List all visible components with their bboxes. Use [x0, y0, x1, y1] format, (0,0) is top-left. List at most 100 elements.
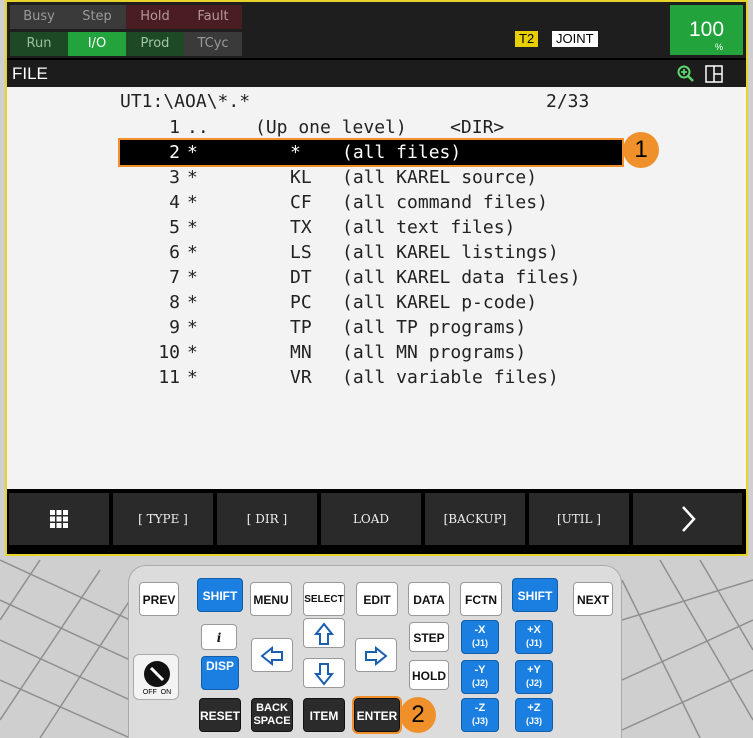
mode-badge: T2: [515, 31, 539, 47]
plus-z-label: +Z: [527, 702, 541, 714]
row-filename: *: [187, 267, 198, 288]
override-value: 100: [688, 18, 725, 41]
status-io: I/O: [68, 32, 126, 56]
menu-grid-button[interactable]: [9, 493, 109, 545]
j3-label: (J3): [525, 716, 542, 726]
next-page-button[interactable]: [633, 493, 742, 545]
title-bar: FILE: [7, 60, 746, 87]
status-step: Step: [68, 5, 126, 29]
row-description: (all variable files): [342, 367, 559, 388]
edit-key[interactable]: EDIT: [356, 582, 398, 616]
row-number: 9: [169, 317, 180, 338]
key-switch-icon: [144, 661, 170, 687]
row-filename: ..: [187, 117, 209, 138]
row-filename: *: [187, 192, 198, 213]
row-extension: KL: [290, 167, 312, 188]
prev-key[interactable]: PREV: [139, 582, 179, 616]
file-row[interactable]: 2 * * (all files): [118, 138, 624, 167]
zoom-in-icon[interactable]: [677, 65, 695, 83]
step-key[interactable]: STEP: [409, 622, 449, 652]
row-description: (all KAREL source): [342, 167, 538, 188]
f2-dir-button[interactable]: [ DIR ]: [217, 493, 317, 545]
row-description: (all KAREL data files): [342, 267, 581, 288]
row-filename: *: [187, 242, 198, 263]
row-filename: *: [187, 342, 198, 363]
row-number: 6: [169, 242, 180, 263]
backspace-key[interactable]: BACK SPACE: [251, 698, 293, 732]
info-key[interactable]: i: [201, 624, 237, 650]
row-extension: PC: [290, 292, 312, 313]
minus-x-j1-key[interactable]: -X (J1): [461, 620, 499, 654]
minus-z-j3-key[interactable]: -Z (J3): [461, 698, 499, 732]
j3-label: (J3): [471, 716, 488, 726]
file-row[interactable]: 7 * DT (all KAREL data files): [120, 265, 620, 290]
off-on-label: OFF ON: [142, 689, 172, 696]
plus-x-j1-key[interactable]: +X (J1): [515, 620, 553, 654]
data-key[interactable]: DATA: [408, 582, 450, 616]
file-row[interactable]: 6 * LS (all KAREL listings): [120, 240, 620, 265]
row-description: (all text files): [342, 217, 516, 238]
status-busy: Busy: [10, 5, 68, 29]
coord-badge: JOINT: [552, 31, 598, 47]
mode-key-switch[interactable]: OFF ON: [133, 654, 179, 700]
shift-key-left[interactable]: SHIFT: [197, 578, 243, 612]
row-extension: MN: [290, 342, 312, 363]
split-screen-icon[interactable]: [705, 65, 723, 83]
file-row[interactable]: 5 * TX (all text files): [120, 215, 620, 240]
file-row[interactable]: 3 * KL (all KAREL source): [120, 165, 620, 190]
row-description: (all KAREL listings): [342, 242, 559, 263]
up-arrow-key[interactable]: [303, 618, 345, 648]
left-arrow-key[interactable]: [251, 638, 293, 672]
chevron-right-icon: [681, 506, 696, 532]
f3-load-button[interactable]: LOAD: [321, 493, 421, 545]
file-row[interactable]: 8 * PC (all KAREL p-code): [120, 290, 620, 315]
status-fault: Fault: [184, 5, 242, 29]
plus-z-j3-key[interactable]: +Z (J3): [515, 698, 553, 732]
speed-override[interactable]: 100 %: [670, 5, 743, 55]
row-number: 11: [158, 367, 180, 388]
next-key[interactable]: NEXT: [573, 582, 613, 616]
row-extension: LS: [290, 242, 312, 263]
row-description: (all KAREL p-code): [342, 292, 538, 313]
file-row[interactable]: 1.. (Up one level) <DIR>: [120, 115, 620, 140]
enter-key[interactable]: ENTER: [352, 696, 402, 734]
row-number: 1: [169, 117, 180, 138]
f5-util-button[interactable]: [UTIL ]: [529, 493, 629, 545]
right-arrow-key[interactable]: [355, 638, 397, 672]
f1-type-button[interactable]: [ TYPE ]: [113, 493, 213, 545]
shift-key-right[interactable]: SHIFT: [512, 578, 558, 612]
file-row[interactable]: 4 * CF (all command files): [120, 190, 620, 215]
arrow-left-icon: [260, 645, 283, 667]
keypad: PREV SHIFT MENU SELECT EDIT DATA FCTN SH…: [128, 565, 622, 738]
plus-x-label: +X: [527, 624, 541, 636]
file-row[interactable]: 10 * MN (all MN programs): [120, 340, 620, 365]
row-filename: *: [187, 367, 198, 388]
item-key[interactable]: ITEM: [303, 698, 345, 732]
arrow-down-icon: [313, 663, 335, 686]
row-filename: *: [187, 317, 198, 338]
row-number: 4: [169, 192, 180, 213]
space-label: SPACE: [253, 715, 291, 727]
status-bar: Busy Step Hold Fault Run I/O Prod TCyc T…: [7, 2, 746, 58]
f4-backup-button[interactable]: [BACKUP]: [425, 493, 525, 545]
select-key[interactable]: SELECT: [303, 582, 345, 616]
row-number: 10: [158, 342, 180, 363]
status-hold: Hold: [126, 5, 184, 29]
file-path: UT1:\AOA\*.*: [120, 91, 251, 112]
file-row[interactable]: 9 * TP (all TP programs): [120, 315, 620, 340]
row-extension: TX: [290, 217, 312, 238]
row-number: 7: [169, 267, 180, 288]
fctn-key[interactable]: FCTN: [460, 582, 502, 616]
file-row[interactable]: 11 * VR (all variable files): [120, 365, 620, 390]
status-tcyc: TCyc: [184, 32, 242, 56]
row-extension: *: [290, 142, 301, 163]
disp-key[interactable]: DISP: [201, 656, 239, 690]
j1-label: (J1): [525, 638, 542, 648]
menu-key[interactable]: MENU: [250, 582, 292, 616]
reset-key[interactable]: RESET: [199, 698, 241, 732]
down-arrow-key[interactable]: [303, 658, 345, 688]
row-number: 3: [169, 167, 180, 188]
minus-y-j2-key[interactable]: -Y (J2): [461, 660, 499, 694]
plus-y-j2-key[interactable]: +Y (J2): [515, 660, 553, 694]
hold-key[interactable]: HOLD: [409, 660, 449, 690]
